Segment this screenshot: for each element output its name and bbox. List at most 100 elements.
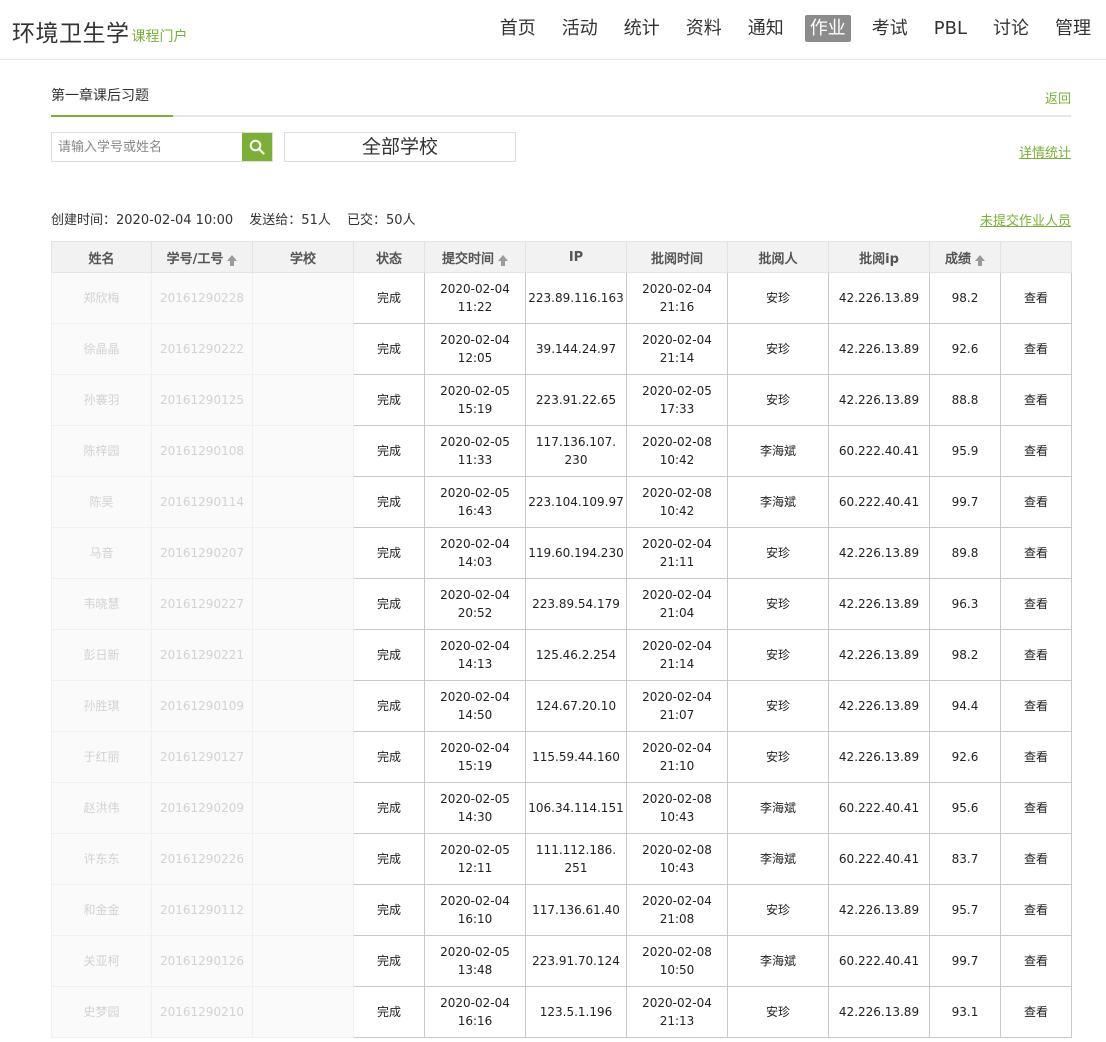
col-school-header: 学校 [252,241,354,273]
student-name-cell: 孙胜琪 [51,680,152,732]
score-cell: 95.7 [929,884,1001,936]
ip-cell: 117.136.107.230 [525,425,627,477]
review-time-text: 2020-02-04 [642,741,712,755]
student-id-text: 20161290108 [160,444,244,458]
view-link[interactable]: 查看 [1024,342,1048,356]
review-ip-text: 60.222.40.41 [838,495,920,509]
back-link[interactable]: 返回 [1045,88,1071,107]
submit-time-text: 2020-02-04 [440,996,510,1010]
header-label: 学号/工号 [166,251,224,267]
review-time-text: 2020-02-05 [642,384,712,398]
submit-time-text: 12:05 [457,351,493,365]
student-id-cell: 20161290221 [151,629,253,681]
nav-item[interactable]: 讨论 [988,15,1034,42]
student-id-text: 20161290125 [160,393,244,407]
view-link[interactable]: 查看 [1024,903,1048,917]
review-ip-cell: 42.226.13.89 [828,374,930,426]
submit-time-cell: 2020-02-04 11:22 [424,272,526,324]
status-cell: 完成 [353,323,425,375]
view-link[interactable]: 查看 [1024,597,1048,611]
col-review-time-header: 批阅时间 [626,241,728,273]
review-time-cell: 2020-02-08 10:50 [626,935,728,987]
view-link[interactable]: 查看 [1024,801,1048,815]
status-cell: 完成 [353,782,425,834]
view-link[interactable]: 查看 [1024,291,1048,305]
reviewer-text: 安珍 [765,750,790,764]
view-link[interactable]: 查看 [1024,444,1048,458]
unsubmitted-link[interactable]: 未提交作业人员 [980,210,1071,229]
sort-arrow-icon[interactable] [975,254,985,266]
school-select[interactable]: 全部学校 [284,132,516,162]
nav-item[interactable]: 统计 [619,15,665,42]
review-ip-text: 60.222.40.41 [838,852,920,866]
nav-item[interactable]: 管理 [1050,15,1096,42]
search-button[interactable] [242,133,272,161]
view-link[interactable]: 查看 [1024,393,1048,407]
col-status-header: 状态 [353,241,425,273]
view-link[interactable]: 查看 [1024,495,1048,509]
col-student-id-header[interactable]: 学号/工号 [151,241,253,273]
status-text: 完成 [376,954,401,968]
view-link[interactable]: 查看 [1024,954,1048,968]
nav-item[interactable]: 作业 [804,15,851,42]
student-name-cell: 许东东 [51,833,152,885]
submit-time-cell: 2020-02-04 14:50 [424,680,526,732]
view-link[interactable]: 查看 [1024,852,1048,866]
review-ip-cell: 60.222.40.41 [828,782,930,834]
ip-cell: 223.89.54.179 [525,578,627,630]
view-link[interactable]: 查看 [1024,648,1048,662]
nav-item[interactable]: 通知 [743,15,789,42]
nav-item[interactable]: 首页 [495,15,541,42]
reviewer-text: 安珍 [765,342,790,356]
nav-item[interactable]: PBL [929,15,972,42]
student-id-text: 20161290221 [160,648,244,662]
course-portal-label: 课程门户 [131,29,188,45]
reviewer-cell: 安珍 [727,986,829,1038]
brand[interactable]: 环境卫生学 课程门户 [12,14,188,48]
assignment-title-tab[interactable]: 第一章课后习题 [51,85,173,117]
ip-text: 115.59.44.160 [532,750,620,764]
status-cell: 完成 [353,731,425,783]
header-label: 批阅人 [758,251,798,267]
view-link[interactable]: 查看 [1024,546,1048,560]
view-cell: 查看 [1000,680,1072,732]
ip-cell: 111.112.186.251 [525,833,627,885]
review-time-text: 10:50 [659,963,695,977]
view-cell: 查看 [1000,476,1072,528]
school-cell [252,476,354,528]
submit-time-cell: 2020-02-05 16:43 [424,476,526,528]
submit-time-text: 2020-02-04 [440,588,510,602]
review-time-cell: 2020-02-04 21:16 [626,272,728,324]
ip-cell: 223.89.116.163 [525,272,627,324]
search-input[interactable] [52,133,242,161]
detail-stats-link[interactable]: 详情统计 [1019,142,1071,161]
view-link[interactable]: 查看 [1024,750,1048,764]
view-link[interactable]: 查看 [1024,1005,1048,1019]
submit-time-cell: 2020-02-04 14:03 [424,527,526,579]
review-time-text: 21:16 [659,300,695,314]
submit-time-text: 11:22 [457,300,493,314]
student-name-text: 韦晓慧 [83,597,120,611]
student-id-text: 20161290126 [160,954,244,968]
nav-item[interactable]: 资料 [681,15,727,42]
view-link[interactable]: 查看 [1024,699,1048,713]
submit-time-cell: 2020-02-05 14:30 [424,782,526,834]
nav-item[interactable]: 活动 [557,15,603,42]
col-score-header[interactable]: 成绩 [929,241,1001,273]
table-row: 孙胜琪 20161290109 完成 2020-02-04 14:50 124.67.20… [51,680,1072,732]
col-submit-time-header[interactable]: 提交时间 [424,241,526,273]
sort-arrow-icon[interactable] [498,254,508,266]
review-ip-text: 42.226.13.89 [838,1005,920,1019]
nav-item[interactable]: 考试 [867,15,913,42]
review-ip-text: 42.226.13.89 [838,903,920,917]
review-ip-text: 42.226.13.89 [838,291,920,305]
student-id-cell: 20161290112 [151,884,253,936]
review-ip-cell: 42.226.13.89 [828,680,930,732]
table-body: 郑欣梅 20161290228 完成 2020-02-04 11:22 223.89.11… [51,272,1072,1038]
table-row: 彭日新 20161290221 完成 2020-02-04 14:13 125.46.2.… [51,629,1072,681]
ip-cell: 223.91.70.124 [525,935,627,987]
school-cell [252,935,354,987]
reviewer-cell: 安珍 [727,680,829,732]
sort-arrow-icon[interactable] [227,254,238,266]
col-review-ip-header: 批阅ip [828,241,930,273]
